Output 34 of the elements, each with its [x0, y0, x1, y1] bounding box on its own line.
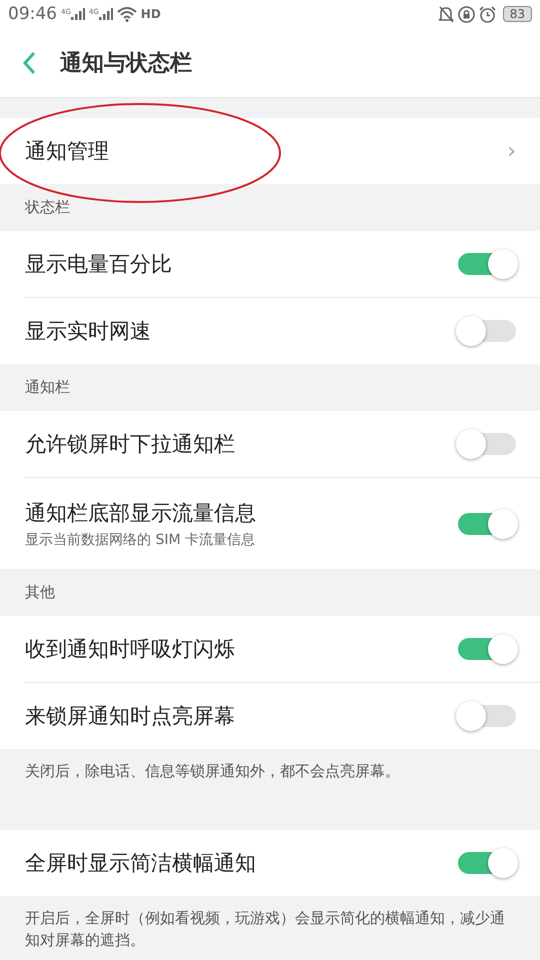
chevron: › [507, 138, 516, 164]
note-text: 开启后，全屏时（例如看视频，玩游戏）会显示简化的横幅通知，减少通知对屏幕的遮挡。 [25, 909, 505, 949]
row-label: 显示电量百分比 [25, 251, 173, 278]
signal-icon [98, 8, 113, 20]
signal-icon [70, 8, 85, 20]
alarm-clock-icon [478, 6, 496, 22]
row-label: 显示实时网速 [25, 318, 152, 345]
battery-level: 83 [502, 6, 532, 22]
hd-label: HD [140, 7, 161, 21]
back-icon[interactable] [22, 50, 36, 74]
settings-row[interactable]: 通知管理 › [0, 118, 540, 184]
row-label: 全屏时显示简洁横幅通知 [25, 850, 257, 877]
section-header: 通知栏 [25, 378, 70, 397]
section-header: 其他 [25, 583, 55, 602]
row-label: 通知栏底部显示流量信息 [25, 500, 257, 526]
rotation-lock-icon [458, 6, 475, 22]
settings-row[interactable]: 显示电量百分比 [0, 231, 540, 297]
section-header: 状态栏 [25, 198, 70, 217]
settings-row[interactable]: 显示实时网速 [0, 298, 540, 364]
note-text: 关闭后，除电话、信息等锁屏通知外，都不会点亮屏幕。 [25, 762, 400, 780]
row-label: 允许锁屏时下拉通知栏 [25, 431, 236, 458]
row-label: 通知管理 [25, 138, 110, 165]
settings-row[interactable]: 允许锁屏时下拉通知栏 [0, 411, 540, 477]
row-label: 来锁屏通知时点亮屏幕 [25, 703, 236, 730]
wifi-icon [116, 6, 137, 22]
settings-row[interactable]: 收到通知时呼吸灯闪烁 [0, 616, 540, 682]
status-time: 09:46 [8, 4, 57, 24]
settings-row[interactable]: 全屏时显示简洁横幅通知 [0, 830, 540, 896]
page-title: 通知与状态栏 [60, 50, 192, 78]
row-label: 收到通知时呼吸灯闪烁 [25, 636, 236, 663]
mute-bell-icon [438, 6, 454, 22]
settings-row[interactable]: 来锁屏通知时点亮屏幕 [0, 683, 540, 749]
row-description: 显示当前数据网络的 SIM 卡流量信息 [25, 530, 256, 548]
settings-row[interactable]: 通知栏底部显示流量信息 显示当前数据网络的 SIM 卡流量信息 [0, 478, 540, 569]
